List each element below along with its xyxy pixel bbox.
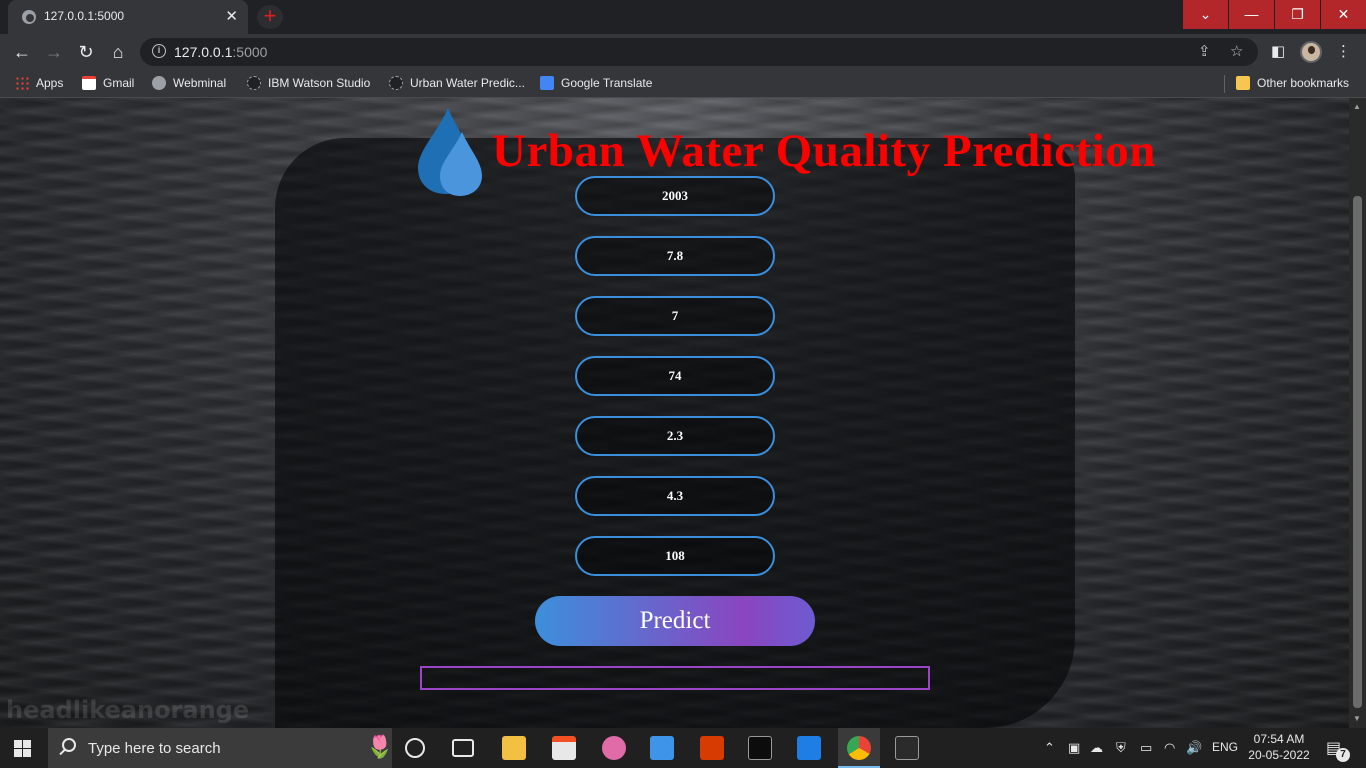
search-icon [62,738,76,752]
input-field-3[interactable] [575,296,775,336]
search-highlight-icon: 🌷 [366,734,394,759]
forward-arrow-icon[interactable]: → [43,41,65,63]
page-viewport: headlikeanorange Urban Water Quality Pre… [0,98,1349,728]
restore-button[interactable]: ❐ [1275,0,1320,29]
meet-now-icon[interactable]: ▣ [1068,740,1080,756]
share-icon[interactable]: ⇪ [1198,42,1211,60]
clock-date: 20-05-2022 [1248,748,1310,762]
apps-grid-icon [15,76,29,90]
bookmark-ibm-watson[interactable]: IBM Watson Studio [247,76,370,90]
scroll-up-icon[interactable]: ▲ [1353,102,1361,111]
home-icon[interactable]: ⌂ [107,41,129,63]
input-field-7[interactable] [575,536,775,576]
bookmark-google-translate[interactable]: Google Translate [540,76,652,90]
browser-tabstrip: 127.0.0.1:5000 ✕ + ⌄ — ❐ ✕ [0,0,1366,34]
watson-icon [389,76,403,90]
input-field-5[interactable] [575,416,775,456]
more-menu-icon[interactable]: ⋮ [1336,42,1351,60]
bookmarks-divider [1224,75,1225,93]
language-indicator[interactable]: ENG [1212,740,1238,754]
minimize-button[interactable]: — [1229,0,1274,29]
globe-icon [22,10,36,24]
translate-icon [540,76,554,90]
reload-icon[interactable]: ↻ [75,41,97,63]
bookmark-urban-water[interactable]: Urban Water Predic... [389,76,525,90]
task-view-icon[interactable] [452,739,474,757]
gmail-icon [82,76,96,90]
back-arrow-icon[interactable]: ← [11,41,33,63]
close-window-button[interactable]: ✕ [1321,0,1366,29]
predict-button[interactable]: Predict [535,596,815,646]
watson-icon [247,76,261,90]
side-panel-icon[interactable]: ◧ [1271,42,1285,60]
security-icon[interactable]: ⛨ [1116,740,1126,756]
bookmark-star-icon[interactable]: ☆ [1230,42,1243,60]
onedrive-icon[interactable]: ☁ [1090,740,1103,756]
command-prompt-icon[interactable] [895,736,919,760]
input-field-2[interactable] [575,236,775,276]
battery-icon[interactable]: ▭ [1140,740,1152,756]
prediction-result-box [420,666,930,690]
new-tab-button[interactable]: + [257,5,283,29]
office-icon[interactable] [700,736,724,760]
contacts-icon[interactable] [650,736,674,760]
bookmark-gmail[interactable]: Gmail [82,76,134,90]
bookmarks-bar: Apps Gmail Webminal IBM Watson Studio Ur… [0,70,1366,98]
clock-time: 07:54 AM [1253,732,1305,746]
show-hidden-icons-icon[interactable]: ⌃ [1044,740,1055,756]
scroll-down-icon[interactable]: ▼ [1353,714,1361,723]
close-tab-button[interactable]: ✕ [225,7,238,25]
input-field-6[interactable] [575,476,775,516]
input-field-1[interactable] [575,176,775,216]
bookmark-apps[interactable]: Apps [15,76,63,90]
azure-studio-icon[interactable] [797,736,821,760]
chrome-icon [847,736,871,760]
folder-icon [1236,76,1250,90]
water-drop-icon [418,108,482,196]
browser-tab[interactable]: 127.0.0.1:5000 ✕ [8,0,248,34]
address-bar[interactable]: i 127.0.0.1:5000 ⇪ ☆ [140,38,1258,66]
profile-avatar[interactable] [1300,41,1322,63]
wifi-icon[interactable]: ◠ [1164,740,1175,756]
taskbar-search[interactable]: Type here to search 🌷 [48,728,394,768]
url-text: 127.0.0.1:5000 [174,44,268,60]
site-info-icon[interactable]: i [152,44,166,58]
paint-icon[interactable] [602,736,626,760]
input-field-4[interactable] [575,356,775,396]
search-placeholder: Type here to search [88,740,221,757]
page-title: Urban Water Quality Prediction [492,125,1156,177]
microsoft-store-icon[interactable] [552,736,576,760]
volume-icon[interactable]: 🔊 [1186,740,1202,756]
cortana-icon[interactable] [405,738,425,758]
scrollbar-thumb[interactable] [1353,196,1362,708]
globe-icon [152,76,166,90]
terminal-icon[interactable] [748,736,772,760]
bookmark-webminal[interactable]: Webminal [152,76,226,90]
watermark-text: headlikeanorange [6,696,250,724]
tab-title: 127.0.0.1:5000 [44,9,125,23]
windows-taskbar: Type here to search 🌷 ⌃ ▣ ☁ ⛨ ▭ ◠ 🔊 ENG … [0,728,1366,768]
notification-count-badge: 7 [1336,748,1350,762]
system-clock[interactable]: 07:54 AM 20-05-2022 [1245,731,1313,763]
tab-search-button[interactable]: ⌄ [1183,0,1228,29]
page-scrollbar[interactable]: ▲ ▼ [1349,98,1366,728]
browser-toolbar: ← → ↻ ⌂ i 127.0.0.1:5000 ⇪ ☆ ◧ ⋮ [0,34,1366,70]
bookmark-other-folder[interactable]: Other bookmarks [1236,76,1349,90]
windows-start-icon[interactable] [14,740,32,758]
file-explorer-icon[interactable] [502,736,526,760]
